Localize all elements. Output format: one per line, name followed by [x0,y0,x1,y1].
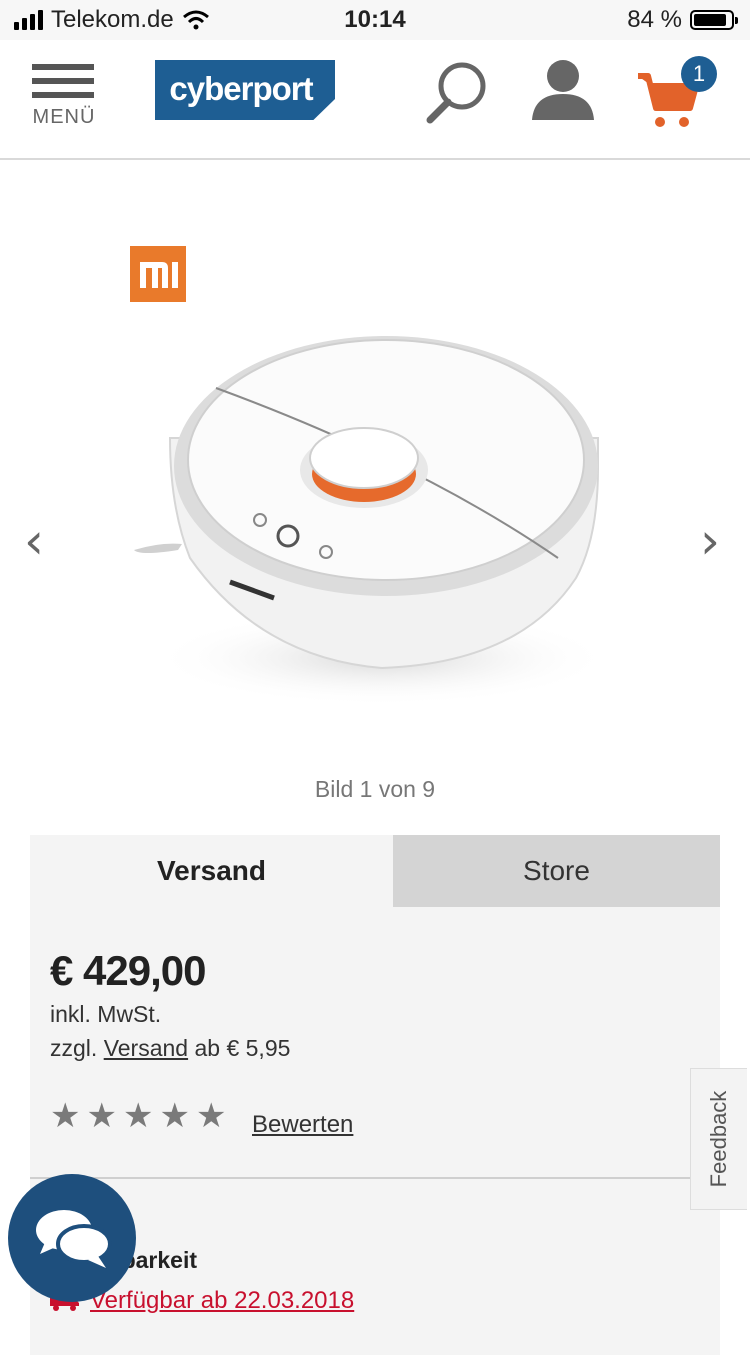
hamburger-bar [32,78,94,84]
status-bar: Telekom.de 10:14 84 % [0,0,750,40]
chevron-left-icon: ‹ [24,512,44,570]
shipping-prefix: zzgl. [50,1035,98,1061]
robot-vacuum-image [134,336,612,706]
gallery-caption: Bild 1 von 9 [314,776,436,802]
cart-button[interactable]: 1 [636,56,726,132]
battery-icon [690,10,738,30]
tab-versand[interactable]: Versand [30,835,393,907]
search-icon [426,62,486,124]
star-icon: ★ [50,1096,81,1136]
feedback-label: Feedback [706,1090,731,1188]
account-button[interactable] [530,58,596,122]
user-icon [532,60,594,120]
hamburger-icon [32,64,94,70]
product-image[interactable] [120,238,632,748]
tab-store[interactable]: Store [393,835,720,907]
battery-percent: 84 % [627,6,682,33]
cyberport-logo[interactable]: cyberport [155,60,335,120]
shipping-suffix: ab € 5,95 [194,1035,291,1061]
logo-text: cyberport [169,70,313,107]
star-icon: ★ [122,1096,154,1136]
chevron-right-icon: › [700,512,720,570]
shipping-link[interactable]: Versand [104,1035,188,1061]
shipping-note: zzgl. Versand ab € 5,95 [50,1035,290,1062]
search-button[interactable] [424,58,494,128]
star-icon: ★ [159,1096,190,1136]
feedback-tab[interactable]: Feedback [690,1068,747,1210]
rating-stars[interactable]: ★ ★ ★ ★ ★ [50,1099,226,1133]
chat-button[interactable] [8,1174,136,1302]
hamburger-bar [32,92,94,98]
menu-button[interactable]: MENÜ [32,62,96,132]
vat-note: inkl. MwSt. [50,1001,162,1027]
product-price: € 429,00 [50,947,206,994]
chat-bubbles-icon [36,1210,112,1268]
gallery-next-button[interactable]: › [700,512,720,570]
menu-label: MENÜ [32,106,96,128]
gallery-prev-button[interactable]: ‹ [24,512,44,570]
site-header: MENÜ cyberport 1 [0,40,750,160]
star-icon: ★ [86,1096,117,1136]
star-icon: ★ [195,1096,227,1136]
cart-count-badge: 1 [681,56,717,92]
status-right: 84 % [627,6,738,34]
rate-product-link[interactable]: Bewerten [252,1111,353,1139]
